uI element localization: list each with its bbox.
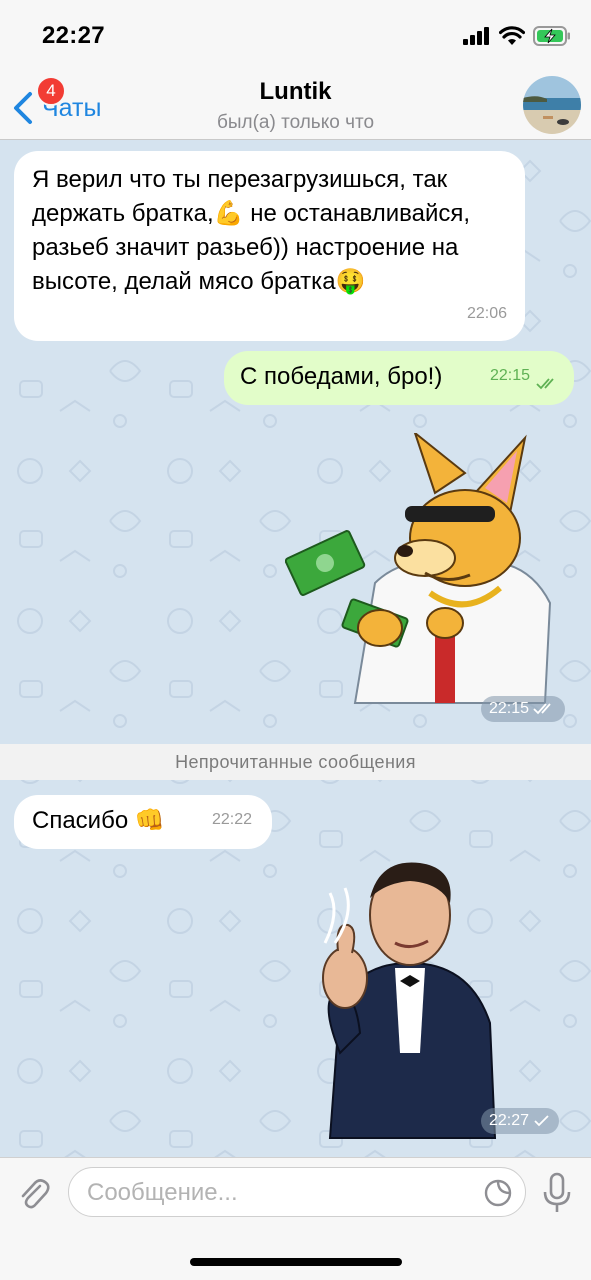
message-text: Спасибо 👊	[32, 807, 165, 834]
back-button[interactable]: Чаты 4	[10, 76, 101, 128]
chat-title: Luntik	[259, 78, 332, 105]
read-checkmarks-icon	[533, 703, 551, 715]
message-time: 22:06	[466, 305, 507, 322]
unread-badge: 4	[36, 76, 66, 106]
signal-icon	[463, 27, 489, 45]
message-text: Я верил что ты перезагрузишься, так держ…	[32, 166, 471, 295]
microphone-icon[interactable]	[541, 1172, 573, 1214]
unread-messages-divider: Непрочитанные сообщения	[0, 744, 591, 780]
beach-avatar-icon	[523, 76, 581, 134]
status-time: 22:27	[42, 22, 105, 49]
chevron-left-icon	[14, 92, 32, 124]
home-indicator[interactable]	[190, 1258, 402, 1266]
sticker-time-badge: 22:27	[481, 1108, 560, 1134]
read-checkmarks-icon	[536, 378, 554, 390]
message-input[interactable]	[87, 1176, 467, 1210]
message-field[interactable]	[68, 1167, 526, 1217]
message-time: 22:15	[489, 367, 530, 384]
message-bubble-incoming[interactable]: Я верил что ты перезагрузишься, так держ…	[14, 151, 525, 341]
kangaroo-money-sticker[interactable]	[285, 433, 555, 713]
message-bubble-outgoing[interactable]: С победами, бро!) 22:15	[224, 351, 574, 405]
last-seen-status: был(а) только что	[216, 112, 375, 133]
sticker-icon[interactable]	[483, 1178, 513, 1208]
message-text: С победами, бро!)	[240, 363, 443, 390]
gentleman-thumbs-up-sticker[interactable]	[300, 853, 500, 1143]
message-bubble-incoming[interactable]: Спасибо 👊 22:22	[14, 795, 272, 849]
sticker-time: 22:15	[489, 700, 530, 717]
chat-header: Чаты 4 Luntik был(а) только что	[0, 70, 591, 140]
avatar[interactable]	[523, 76, 581, 134]
system-icons	[463, 24, 571, 48]
sticker-time: 22:27	[489, 1112, 530, 1129]
paperclip-icon[interactable]	[16, 1176, 52, 1212]
chat-area[interactable]: Я верил что ты перезагрузишься, так держ…	[0, 141, 591, 1157]
sent-checkmark-icon	[534, 1115, 549, 1127]
battery-charging-icon	[533, 26, 570, 46]
sticker-time-badge: 22:15	[481, 696, 566, 722]
status-bar: 22:27	[0, 0, 591, 70]
chat-title-area[interactable]: Luntik был(а) только что	[150, 78, 441, 134]
message-time: 22:22	[211, 811, 252, 828]
wifi-icon	[499, 26, 525, 45]
